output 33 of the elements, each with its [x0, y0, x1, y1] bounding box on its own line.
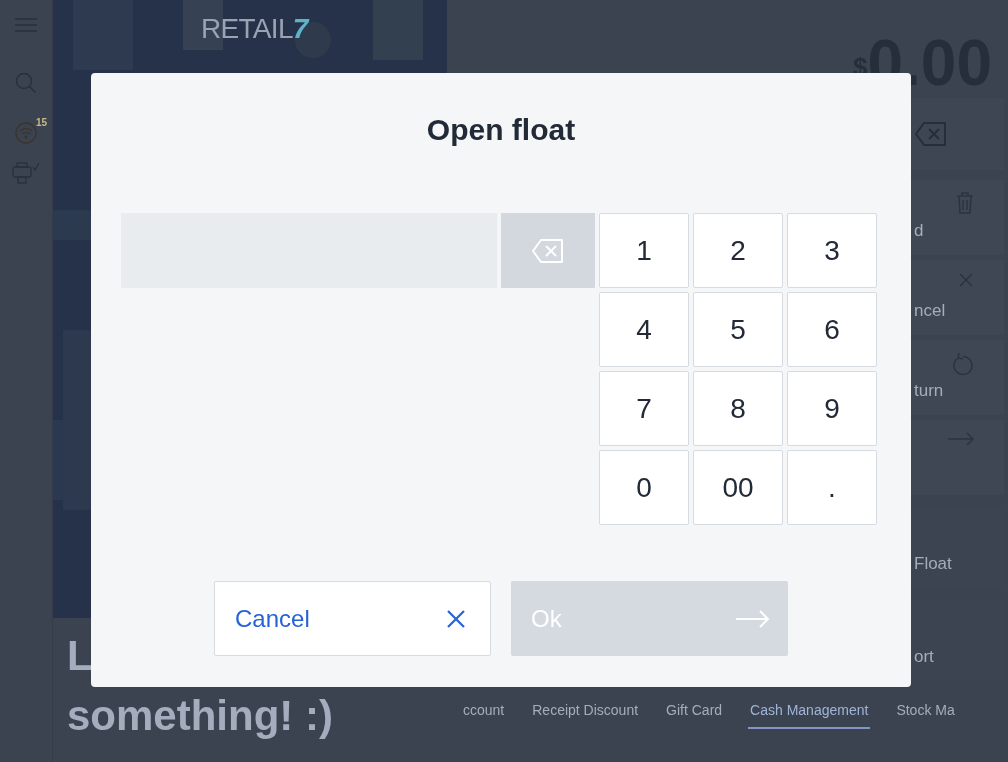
logo: RETAIL7 [201, 12, 308, 46]
backspace-icon [914, 121, 948, 147]
backspace-icon [531, 237, 565, 264]
cancel-button[interactable]: Cancel [214, 581, 491, 656]
headline-text: something! :) [67, 691, 334, 741]
wifi-icon[interactable] [15, 122, 37, 144]
keypad-key[interactable]: . [787, 450, 877, 525]
dialog-title: Open float [426, 112, 576, 148]
keypad-key[interactable]: 4 [599, 292, 689, 367]
keypad-key[interactable]: 3 [787, 213, 877, 288]
action-label: Float [914, 552, 953, 575]
keypad-key[interactable]: 5 [693, 292, 783, 367]
keypad-key[interactable]: 9 [787, 371, 877, 446]
close-icon [446, 608, 466, 629]
keypad-key[interactable]: 7 [599, 371, 689, 446]
keypad-key[interactable]: 00 [693, 450, 783, 525]
notification-count: 15 [36, 116, 48, 130]
tab[interactable]: Cash Management [748, 700, 871, 729]
keypad-key[interactable]: 2 [693, 213, 783, 288]
action-label: ncel [914, 299, 947, 322]
tab[interactable]: Gift Card [664, 700, 725, 729]
tab[interactable]: ccount [461, 700, 507, 729]
action-label: d [914, 219, 925, 242]
keypad-key[interactable]: 0 [599, 450, 689, 525]
action-label: turn [914, 379, 945, 402]
action-label: ort [914, 645, 935, 668]
tab[interactable]: Stock Ma [894, 700, 957, 729]
keypad-key[interactable]: 6 [787, 292, 877, 367]
keypad-key[interactable]: 1 [599, 213, 689, 288]
headline-text: L [67, 631, 94, 681]
arrow-right-icon [736, 609, 770, 628]
keypad-key[interactable]: 8 [693, 371, 783, 446]
tab[interactable]: Receipt Discount [530, 700, 641, 729]
